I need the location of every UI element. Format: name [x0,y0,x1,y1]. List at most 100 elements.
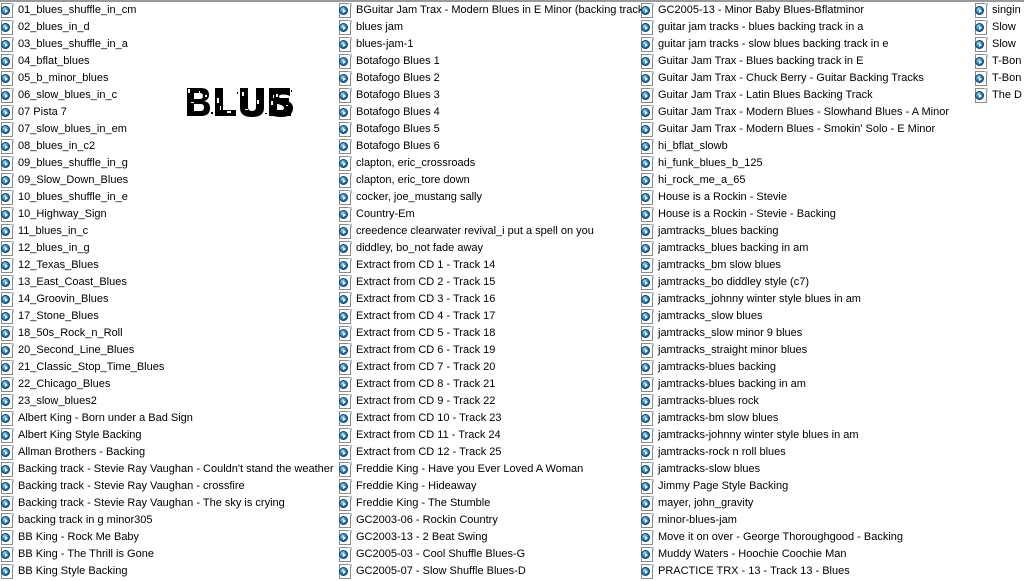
file-list-item[interactable]: hi_funk_blues_b_125 [640,155,949,172]
file-list-item[interactable]: 22_Chicago_Blues [0,376,334,393]
file-list-item[interactable]: Botafogo Blues 4 [338,104,647,121]
file-list-item[interactable]: jamtracks_slow blues [640,308,949,325]
file-list-item[interactable]: 10_blues_shuffle_in_e [0,189,334,206]
file-list-item[interactable]: T-Bon [974,70,1022,87]
file-list-item[interactable]: GC2003-06 - Rockin Country [338,512,647,529]
file-list-item[interactable]: GC2005-07 - Slow Shuffle Blues-D [338,563,647,580]
file-list-item[interactable]: guitar jam tracks - slow blues backing t… [640,36,949,53]
file-list-item[interactable]: Extract from CD 3 - Track 16 [338,291,647,308]
file-list-item[interactable]: creedence clearwater revival_i put a spe… [338,223,647,240]
file-list-item[interactable]: jamtracks_bm slow blues [640,257,949,274]
file-list-item[interactable]: jamtracks-johnny winter style blues in a… [640,427,949,444]
file-list-view[interactable]: 01_blues_shuffle_in_cm 02_blues_in_d 03_bl… [0,2,1024,581]
file-list-item[interactable]: jamtracks-slow blues [640,461,949,478]
file-list-item[interactable]: minor-blues-jam [640,512,949,529]
file-list-item[interactable]: Albert King Style Backing [0,427,334,444]
file-list-item[interactable]: 20_Second_Line_Blues [0,342,334,359]
file-list-item[interactable]: 01_blues_shuffle_in_cm [0,2,334,19]
file-list-item[interactable]: 08_blues_in_c2 [0,138,334,155]
file-list-item[interactable]: 12_blues_in_g [0,240,334,257]
file-list-item[interactable]: jamtracks-bm slow blues [640,410,949,427]
file-list-item[interactable]: mayer, john_gravity [640,495,949,512]
file-list-item[interactable]: Slow [974,36,1022,53]
file-list-item[interactable]: Extract from CD 8 - Track 21 [338,376,647,393]
file-list-item[interactable]: 03_blues_shuffle_in_a [0,36,334,53]
file-list-item[interactable]: Extract from CD 1 - Track 14 [338,257,647,274]
file-list-item[interactable]: Backing track - Stevie Ray Vaughan - cro… [0,478,334,495]
file-list-item[interactable]: Extract from CD 10 - Track 23 [338,410,647,427]
file-list-item[interactable]: Extract from CD 9 - Track 22 [338,393,647,410]
file-list-item[interactable]: clapton, eric_crossroads [338,155,647,172]
file-list-item[interactable]: Extract from CD 12 - Track 25 [338,444,647,461]
file-list-item[interactable]: Extract from CD 6 - Track 19 [338,342,647,359]
file-list-item[interactable]: The D [974,87,1022,104]
file-list-item[interactable]: 18_50s_Rock_n_Roll [0,325,334,342]
file-list-item[interactable]: Guitar Jam Trax - Modern Blues - Smokin'… [640,121,949,138]
file-list-item[interactable]: 09_blues_shuffle_in_g [0,155,334,172]
file-list-item[interactable]: Extract from CD 5 - Track 18 [338,325,647,342]
file-list-item[interactable]: jamtracks_straight minor blues [640,342,949,359]
file-list-item[interactable]: Botafogo Blues 2 [338,70,647,87]
file-list-item[interactable]: hi_rock_me_a_65 [640,172,949,189]
file-list-item[interactable]: GC2005-03 - Cool Shuffle Blues-G [338,546,647,563]
file-list-item[interactable]: 21_Classic_Stop_Time_Blues [0,359,334,376]
file-list-item[interactable]: 07_slow_blues_in_em [0,121,334,138]
file-list-item[interactable]: Botafogo Blues 1 [338,53,647,70]
file-list-item[interactable]: Jimmy Page Style Backing [640,478,949,495]
file-list-item[interactable]: blues jam [338,19,647,36]
file-list-item[interactable]: singin [974,2,1022,19]
file-list-item[interactable]: Guitar Jam Trax - Blues backing track in… [640,53,949,70]
file-list-item[interactable]: Allman Brothers - Backing [0,444,334,461]
file-list-item[interactable]: jamtracks_slow minor 9 blues [640,325,949,342]
file-list-item[interactable]: Albert King - Born under a Bad Sign [0,410,334,427]
file-list-item[interactable]: Backing track - Stevie Ray Vaughan - Cou… [0,461,334,478]
file-list-item[interactable]: House is a Rockin - Stevie - Backing [640,206,949,223]
file-list-item[interactable]: 14_Groovin_Blues [0,291,334,308]
file-list-item[interactable]: BGuitar Jam Trax - Modern Blues in E Min… [338,2,647,19]
file-list-item[interactable]: Move it on over - George Thoroughgood - … [640,529,949,546]
file-list-item[interactable]: Backing track - Stevie Ray Vaughan - The… [0,495,334,512]
file-list-item[interactable]: Freddie King - Have you Ever Loved A Wom… [338,461,647,478]
file-list-item[interactable]: 13_East_Coast_Blues [0,274,334,291]
file-list-item[interactable]: Freddie King - The Stumble [338,495,647,512]
file-list-item[interactable]: Extract from CD 4 - Track 17 [338,308,647,325]
file-list-item[interactable]: Muddy Waters - Hoochie Coochie Man [640,546,949,563]
file-list-item[interactable]: clapton, eric_tore down [338,172,647,189]
file-list-item[interactable]: 11_blues_in_c [0,223,334,240]
file-list-item[interactable]: Extract from CD 2 - Track 15 [338,274,647,291]
file-list-item[interactable]: Extract from CD 11 - Track 24 [338,427,647,444]
file-list-item[interactable]: Guitar Jam Trax - Latin Blues Backing Tr… [640,87,949,104]
file-list-item[interactable]: hi_bflat_slowb [640,138,949,155]
file-list-item[interactable]: BB King Style Backing [0,563,334,580]
file-list-item[interactable]: guitar jam tracks - blues backing track … [640,19,949,36]
file-list-item[interactable]: jamtracks_blues backing [640,223,949,240]
file-list-item[interactable]: diddley, bo_not fade away [338,240,647,257]
file-list-item[interactable]: jamtracks-rock n roll blues [640,444,949,461]
file-list-item[interactable]: 02_blues_in_d [0,19,334,36]
file-list-item[interactable]: 09_Slow_Down_Blues [0,172,334,189]
file-list-item[interactable]: jamtracks_blues backing in am [640,240,949,257]
file-list-item[interactable]: Guitar Jam Trax - Chuck Berry - Guitar B… [640,70,949,87]
file-list-item[interactable]: Freddie King - Hideaway [338,478,647,495]
file-list-item[interactable]: 23_slow_blues2 [0,393,334,410]
file-list-item[interactable]: jamtracks_johnny winter style blues in a… [640,291,949,308]
file-list-item[interactable]: House is a Rockin - Stevie [640,189,949,206]
file-list-item[interactable]: Botafogo Blues 3 [338,87,647,104]
file-list-item[interactable]: cocker, joe_mustang sally [338,189,647,206]
file-list-item[interactable]: jamtracks-blues backing in am [640,376,949,393]
file-list-item[interactable]: Botafogo Blues 5 [338,121,647,138]
file-list-item[interactable]: 17_Stone_Blues [0,308,334,325]
file-list-item[interactable]: jamtracks_bo diddley style (c7) [640,274,949,291]
file-list-item[interactable]: jamtracks-blues backing [640,359,949,376]
file-list-item[interactable]: Extract from CD 7 - Track 20 [338,359,647,376]
file-list-item[interactable]: BB King - Rock Me Baby [0,529,334,546]
file-list-item[interactable]: blues-jam-1 [338,36,647,53]
file-list-item[interactable]: 12_Texas_Blues [0,257,334,274]
file-list-item[interactable]: 05_b_minor_blues [0,70,334,87]
file-list-item[interactable]: 04_bflat_blues [0,53,334,70]
file-list-item[interactable]: GC2003-13 - 2 Beat Swing [338,529,647,546]
file-list-item[interactable]: 10_Highway_Sign [0,206,334,223]
file-list-item[interactable]: PRACTICE TRX - 13 - Track 13 - Blues [640,563,949,580]
file-list-item[interactable]: Guitar Jam Trax - Modern Blues - Slowhan… [640,104,949,121]
file-list-item[interactable]: backing track in g minor305 [0,512,334,529]
